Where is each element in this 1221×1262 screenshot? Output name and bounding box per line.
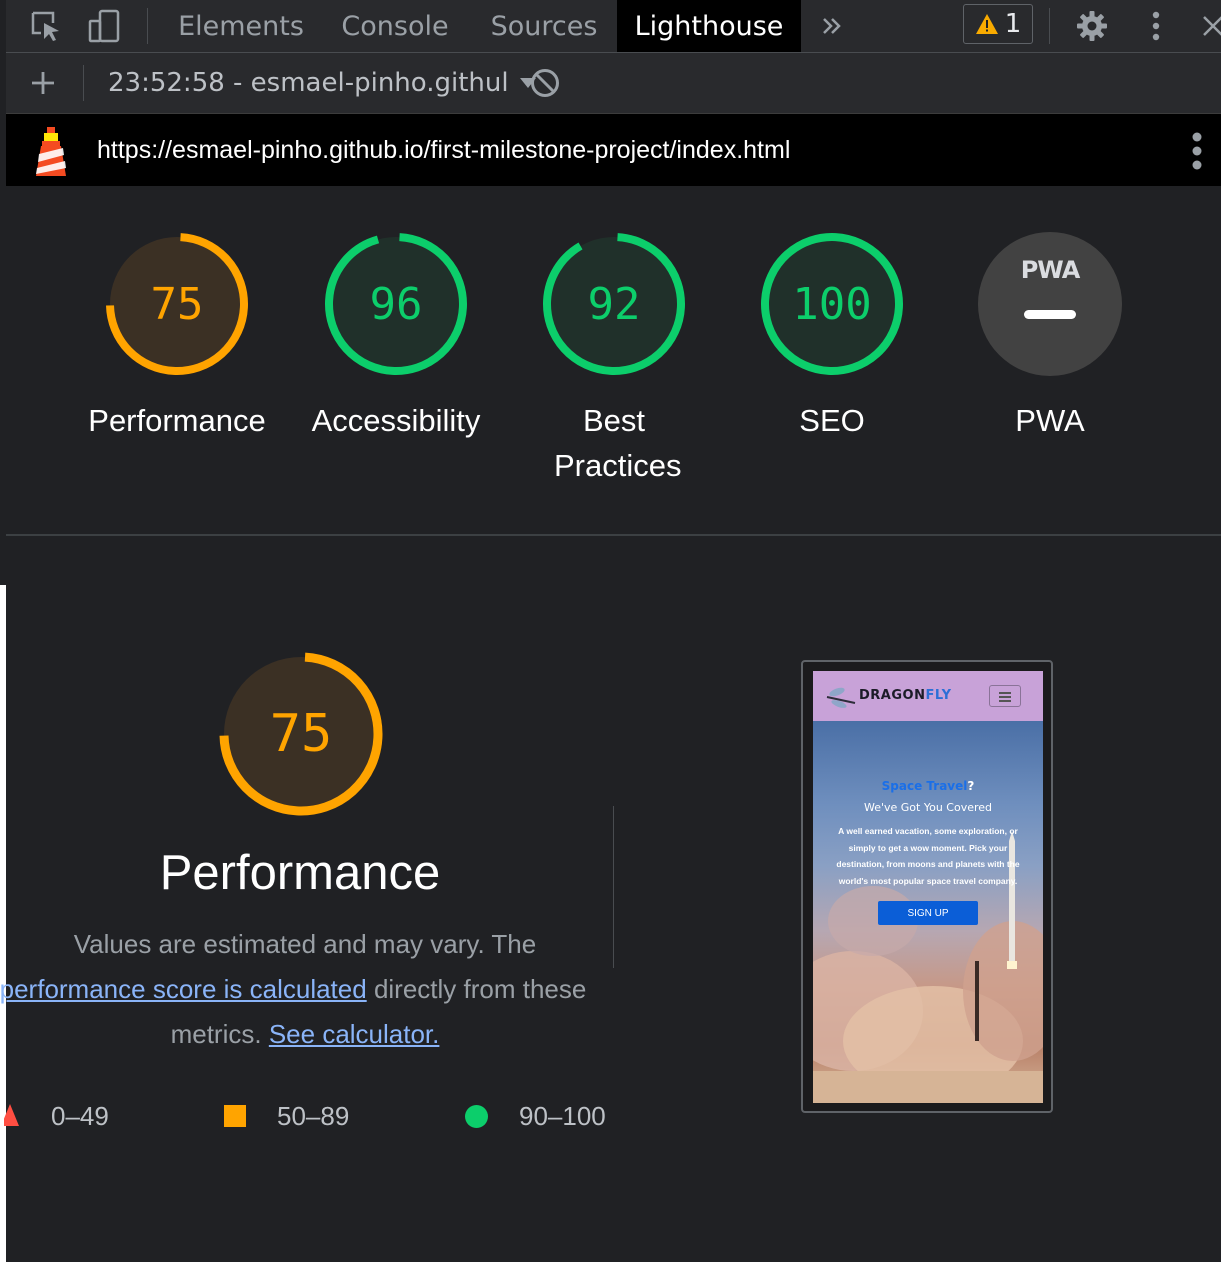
hero-question: ? xyxy=(967,779,975,793)
gauge-label: Performance xyxy=(88,403,266,438)
gauge-score: 92 xyxy=(587,278,641,330)
description-line: Values are estimated and may vary. The xyxy=(73,929,537,959)
description-text: directly from these xyxy=(373,974,587,1004)
report-selector-label: 23:52:58 - esmael-pinho.githul xyxy=(108,68,509,98)
gauge-performance[interactable]: 75 xyxy=(103,230,251,378)
legend-range: 0–49 xyxy=(51,1100,109,1131)
tab-elements[interactable]: Elements xyxy=(166,0,316,52)
lighthouse-toolbar: 23:52:58 - esmael-pinho.githul xyxy=(6,53,1221,114)
description-text: metrics. xyxy=(170,1019,269,1049)
device-toolbar-icon[interactable] xyxy=(84,0,124,52)
legend-pass: 90–100 xyxy=(465,1096,606,1136)
report-menu-icon[interactable] xyxy=(1190,131,1204,176)
inspect-element-icon[interactable] xyxy=(26,0,66,52)
tabbar-separator xyxy=(147,8,148,44)
gauge-accessibility[interactable]: 96 xyxy=(322,230,470,378)
performance-score: 75 xyxy=(269,704,333,764)
report-selector[interactable]: 23:52:58 - esmael-pinho.githul xyxy=(108,53,537,113)
gauge-label: Accessibility xyxy=(311,403,481,438)
toolbar-separator xyxy=(83,65,84,101)
settings-gear-icon[interactable] xyxy=(1072,0,1112,52)
legend-average: 50–89 xyxy=(224,1096,349,1136)
new-report-plus-icon[interactable] xyxy=(26,53,60,113)
screenshot-navbar: DRAGONFLY xyxy=(813,671,1043,721)
screenshot-page: DRAGONFLY Space Travel? We've Got You Co… xyxy=(813,671,1043,1103)
gauge-label: Best Practices xyxy=(554,403,682,483)
hero-title: Space Travel xyxy=(881,779,968,793)
section-divider xyxy=(6,534,1221,536)
gauge-seo[interactable]: 100 xyxy=(758,230,906,378)
dragonfly-logo-icon xyxy=(826,687,856,708)
legend-range: 50–89 xyxy=(277,1100,350,1131)
more-tabs-icon[interactable] xyxy=(812,0,852,52)
report-url-bar: https://esmael-pinho.github.io/first-mil… xyxy=(6,114,1221,186)
gauge-score: 96 xyxy=(369,278,423,330)
pwa-badge-icon: PWA xyxy=(1020,256,1081,284)
see-calculator-link[interactable]: See calculator. xyxy=(269,1019,440,1049)
performance-gauge-large: 75 xyxy=(218,651,384,817)
devtools-tabbar: Elements Console Sources Lighthouse 1 xyxy=(6,0,1221,53)
hamburger-menu-icon xyxy=(989,685,1021,707)
report-url[interactable]: https://esmael-pinho.github.io/first-mil… xyxy=(97,114,790,186)
brand-name-b: FLY xyxy=(925,688,952,703)
warning-icon xyxy=(975,14,998,34)
tab-lighthouse[interactable]: Lighthouse xyxy=(617,0,801,52)
performance-title: Performance xyxy=(159,846,441,900)
gauge-score: 75 xyxy=(150,278,204,330)
close-devtools-icon[interactable] xyxy=(1200,0,1221,52)
final-screenshot[interactable]: DRAGONFLY Space Travel? We've Got You Co… xyxy=(801,660,1053,1113)
legend-fail: 0–49 xyxy=(4,1096,109,1136)
gauge-label: SEO xyxy=(799,403,865,438)
fail-triangle-icon xyxy=(4,1104,19,1126)
gauge-score: 100 xyxy=(792,278,872,330)
performance-score-link[interactable]: performance score is calculated xyxy=(0,974,367,1004)
gauge-label: PWA xyxy=(1015,403,1085,438)
brand-name-a: DRAGON xyxy=(859,688,926,703)
pass-circle-icon xyxy=(465,1104,488,1128)
clear-reports-icon[interactable] xyxy=(526,53,564,113)
hero-signup-button: SIGN UP xyxy=(878,901,978,925)
lighthouse-logo-icon xyxy=(33,124,69,183)
customize-menu-icon[interactable] xyxy=(1136,0,1176,52)
hero-text: A well earned vacation, some exploration… xyxy=(836,826,1020,886)
tabbar-separator xyxy=(1049,8,1050,44)
legend-range: 90–100 xyxy=(519,1100,606,1131)
tab-sources[interactable]: Sources xyxy=(474,0,614,52)
performance-divider xyxy=(613,806,614,968)
screenshot-hero: Space Travel? We've Got You Covered A we… xyxy=(813,721,1043,1103)
gauge-best-practices[interactable]: 92 xyxy=(540,230,688,378)
left-edge xyxy=(0,0,6,1262)
tab-console[interactable]: Console xyxy=(324,0,466,52)
performance-description: Values are estimated and may vary. The p… xyxy=(0,922,610,1057)
warnings-badge[interactable]: 1 xyxy=(963,4,1033,44)
gauge-pwa[interactable]: PWA xyxy=(976,230,1124,378)
warnings-count: 1 xyxy=(1004,9,1022,39)
average-square-icon xyxy=(224,1105,246,1127)
hero-subtitle: We've Got You Covered xyxy=(863,801,993,814)
